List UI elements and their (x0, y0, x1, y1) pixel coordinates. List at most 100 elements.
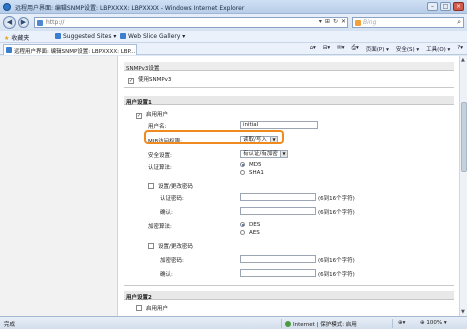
window-controls: – □ × (427, 2, 464, 11)
page-content: SNMPv3设置 ✓ 使用SNMPv3 用户设置1 ✓ 启用用户 用户名: init… (0, 56, 459, 316)
address-toolbar: ◀ ▶ http:// ▾ ⊞ ↻ ✕ Bing ⌕ (0, 14, 467, 31)
auth-confirm-input[interactable] (240, 207, 316, 215)
user2-enable-row: 启用用户 (136, 304, 168, 312)
suggested-sites-link[interactable]: Suggested Sites ▾ (55, 33, 116, 40)
enc-password-input[interactable] (240, 255, 316, 263)
safety-menu[interactable]: 安全(S) ▾ (396, 45, 419, 53)
zoom-control[interactable]: ⊕ 100% ▾ (420, 320, 447, 326)
set-auth-password-row: 设置/更改密码 (148, 182, 193, 190)
refresh-icon[interactable]: ↻ (333, 18, 338, 25)
divider (124, 87, 454, 88)
enc-confirm-input[interactable] (240, 269, 316, 277)
help-icon[interactable]: ?▾ (457, 45, 463, 53)
print-icon[interactable]: ⎙▾ (352, 45, 359, 53)
back-button[interactable]: ◀ (3, 16, 16, 29)
slice-icon (120, 33, 126, 39)
close-icon[interactable]: × (453, 2, 464, 11)
status-text: 完成 (4, 322, 16, 328)
search-placeholder: Bing (363, 19, 377, 26)
enc-aes-radio[interactable] (240, 230, 245, 235)
feeds-icon[interactable]: ⊟▾ (323, 45, 330, 53)
tab-page-icon (6, 47, 12, 53)
username-input[interactable]: initial (240, 121, 318, 129)
auth-algo-label: 认证算法: (148, 165, 172, 171)
star-icon: ★ (4, 35, 10, 42)
user1-enable-label: 启用用户 (146, 112, 169, 118)
favorites-button[interactable]: ★ 收藏夹 (4, 33, 29, 42)
forward-button[interactable]: ▶ (18, 17, 29, 28)
address-field[interactable]: http:// ▾ ⊞ ↻ ✕ (34, 17, 348, 28)
page-menu[interactable]: 页面(P) ▾ (366, 45, 389, 53)
tab-remote-ui[interactable]: 远程用户界面: 编辑SNMP设置: LBPXXXX: LBP... (3, 44, 137, 55)
compat-icon[interactable]: ⊞ (325, 18, 330, 25)
snmpv3-section-header: SNMPv3设置 (124, 62, 454, 72)
enc-aes-option[interactable]: AES (240, 230, 260, 236)
enc-password-hint: (6到16个字符) (318, 258, 355, 264)
set-auth-password-checkbox[interactable] (148, 183, 154, 189)
set-enc-password-row: 设置/更改密码 (148, 242, 193, 250)
auth-password-hint: (6到16个字符) (318, 196, 355, 202)
set-auth-password-label: 设置/更改密码 (158, 184, 193, 190)
status-divider (392, 319, 393, 328)
security-label: 安全设置: (148, 153, 172, 159)
auth-confirm-label: 确认: (160, 210, 173, 216)
auth-password-input[interactable] (240, 193, 316, 201)
command-bar: ⌂▾ ⊟▾ ✉▾ ⎙▾ 页面(P) ▾ 安全(S) ▾ 工具(O) ▾ ?▾ (310, 45, 463, 53)
security-value: 有认证/有加密 (243, 151, 278, 157)
set-enc-password-checkbox[interactable] (148, 243, 154, 249)
window-titlebar: 远程用户界面: 编辑SNMP设置: LBPXXXX: LBPXXXX - Win… (0, 0, 467, 14)
tab-label: 远程用户界面: 编辑SNMP设置: LBPXXXX: LBP... (14, 49, 136, 55)
auth-confirm-hint: (6到16个字符) (318, 210, 355, 216)
scroll-down-icon[interactable]: ▼ (461, 309, 465, 315)
auth-password-label: 认证密码: (160, 196, 184, 202)
user1-enable-checkbox[interactable]: ✓ (136, 113, 142, 119)
auth-sha1-option[interactable]: SHA1 (240, 170, 264, 176)
enc-des-label: DES (249, 222, 261, 228)
favorites-bar: ★ 收藏夹 Suggested Sites ▾ Web Slice Galler… (0, 31, 467, 43)
security-select[interactable]: 有认证/有加密 ▼ (240, 150, 288, 158)
security-zone[interactable]: Internet | 保护模式: 启用 (285, 320, 357, 328)
scroll-thumb[interactable] (461, 102, 467, 172)
user2-enable-label: 启用用户 (146, 306, 169, 312)
enc-des-option[interactable]: DES (240, 222, 260, 228)
site-icon (55, 33, 61, 39)
vertical-scrollbar[interactable]: ▲ ▼ (459, 56, 467, 316)
search-field[interactable]: Bing ⌕ (352, 17, 464, 28)
scroll-up-icon[interactable]: ▲ (461, 57, 465, 63)
tab-bar: 远程用户界面: 编辑SNMP设置: LBPXXXX: LBP... ⌂▾ ⊟▾ … (0, 43, 467, 55)
enc-des-radio[interactable] (240, 222, 245, 227)
auth-sha1-radio[interactable] (240, 170, 245, 175)
divider (124, 285, 454, 286)
mail-icon[interactable]: ✉▾ (337, 45, 344, 53)
bing-logo-icon (355, 20, 361, 26)
settings-form: SNMPv3设置 ✓ 使用SNMPv3 用户设置1 ✓ 启用用户 用户名: init… (118, 56, 459, 316)
search-icon[interactable]: ⌕ (457, 18, 461, 27)
status-bar: 完成 Internet | 保护模式: 启用 ⊕▾ ⊕ 100% ▾ (0, 316, 467, 329)
enc-aes-label: AES (249, 230, 260, 236)
zoom-icon: ⊕ (420, 320, 425, 326)
enc-password-label: 加密密码: (160, 258, 184, 264)
enc-algo-label: 加密算法: (148, 224, 172, 230)
protected-mode-icon[interactable]: ⊕▾ (398, 320, 405, 326)
globe-icon (285, 321, 291, 327)
username-label: 用户名: (148, 124, 167, 130)
minimize-icon[interactable]: – (427, 2, 438, 11)
stop-icon[interactable]: ✕ (341, 18, 346, 25)
dropdown-icon[interactable]: ▾ (319, 18, 322, 25)
web-slice-gallery-link[interactable]: Web Slice Gallery ▾ (120, 33, 185, 40)
set-enc-password-label: 设置/更改密码 (158, 244, 193, 250)
auth-md5-label: MD5 (249, 162, 262, 168)
ie-logo-icon (3, 3, 11, 11)
maximize-icon[interactable]: □ (440, 2, 451, 11)
enc-confirm-label: 确认: (160, 272, 173, 278)
home-icon[interactable]: ⌂▾ (310, 45, 316, 53)
tools-menu[interactable]: 工具(O) ▾ (426, 45, 450, 53)
user2-section-header: 用户设置2 (124, 291, 454, 301)
auth-sha1-label: SHA1 (249, 170, 264, 176)
auth-md5-option[interactable]: MD5 (240, 162, 261, 168)
use-snmpv3-row: ✓ 使用SNMPv3 (128, 75, 171, 84)
user2-enable-checkbox[interactable] (136, 305, 142, 311)
use-snmpv3-checkbox[interactable]: ✓ (128, 78, 134, 84)
auth-md5-radio[interactable] (240, 162, 245, 167)
user1-enable-row: ✓ 启用用户 (136, 110, 168, 119)
